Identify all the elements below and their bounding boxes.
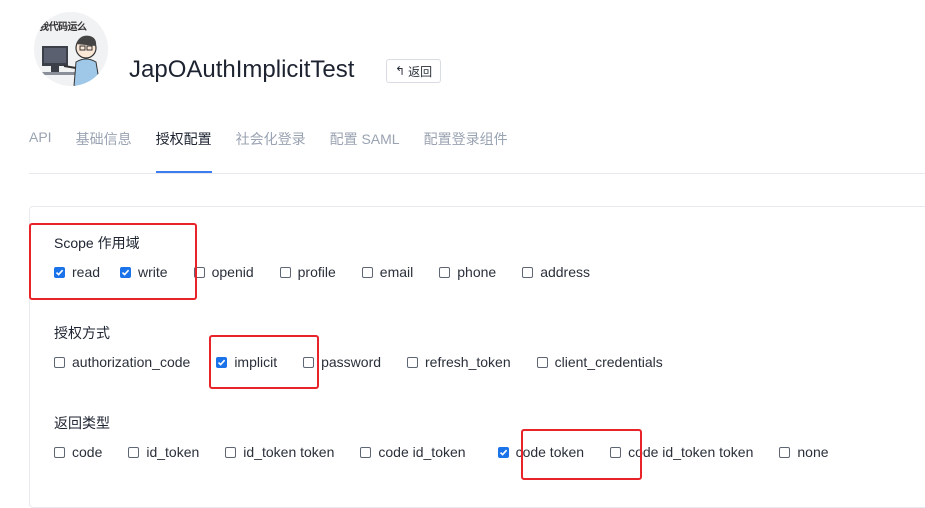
scope-option-openid[interactable]: openid	[193, 264, 254, 280]
checkbox-label: openid	[211, 264, 254, 280]
response-type-options: code id_token id_token token code id_tok…	[54, 443, 829, 461]
code-token-highlight-box	[521, 429, 642, 480]
checkbox[interactable]	[522, 266, 534, 278]
grant-type-label: 授权方式	[54, 325, 110, 341]
checkbox-label: code	[72, 444, 103, 460]
checkbox-label: none	[797, 444, 829, 460]
scope-option-phone[interactable]: phone	[439, 264, 496, 280]
response-option-id-token[interactable]: id_token	[128, 444, 199, 460]
checkbox-label: profile	[297, 264, 336, 280]
checkbox[interactable]	[536, 356, 548, 368]
response-option-id-token-token[interactable]: id_token token	[225, 444, 334, 460]
checkbox-label: client_credentials	[554, 354, 663, 370]
tab-authorization-config[interactable]: 授权配置	[155, 127, 212, 173]
grant-option-refresh-token[interactable]: refresh_token	[407, 354, 511, 370]
return-arrow-icon: ↰	[395, 64, 406, 78]
tab-login-component-config[interactable]: 配置登录组件	[424, 127, 508, 173]
response-type-label: 返回类型	[54, 415, 110, 431]
tab-social-login[interactable]: 社会化登录	[236, 127, 306, 173]
checkbox[interactable]	[54, 446, 65, 458]
checkbox-label: id_token token	[243, 444, 335, 460]
checkbox-label: id_token	[146, 444, 200, 460]
checkbox[interactable]	[497, 446, 509, 458]
grant-option-authorization-code[interactable]: authorization_code	[54, 354, 190, 370]
scope-highlight-box	[29, 223, 197, 300]
checkbox[interactable]	[779, 446, 791, 458]
checkbox-label: authorization_code	[72, 354, 191, 370]
tab-basic-info[interactable]: 基础信息	[76, 127, 132, 173]
checkbox-label: address	[540, 264, 590, 280]
checkbox[interactable]	[128, 446, 140, 458]
checkbox[interactable]	[279, 266, 291, 278]
avatar: 我代码运么	[34, 12, 108, 86]
checkbox[interactable]	[407, 356, 419, 368]
back-button-label: 返回	[408, 64, 433, 79]
response-option-code-id-token[interactable]: code id_token	[360, 444, 466, 460]
grant-option-client-credentials[interactable]: client_credentials	[536, 354, 663, 370]
checkbox-label: email	[379, 264, 414, 280]
tab-api[interactable]: API	[29, 127, 52, 173]
tab-bar: API 基础信息 授权配置 社会化登录 配置 SAML 配置登录组件	[29, 127, 532, 173]
checkbox-label: refresh_token	[425, 354, 511, 370]
checkbox[interactable]	[225, 446, 237, 458]
checkbox-label: password	[321, 354, 382, 370]
checkbox[interactable]	[439, 266, 451, 278]
checkbox[interactable]	[361, 266, 373, 278]
checkbox[interactable]	[54, 356, 65, 368]
checkbox-label: code id_token token	[628, 444, 754, 460]
back-button[interactable]: ↰ 返回	[386, 59, 442, 83]
scope-option-address[interactable]: address	[522, 264, 590, 280]
scope-option-email[interactable]: email	[361, 264, 414, 280]
implicit-highlight-box	[209, 335, 319, 389]
checkbox-label: phone	[457, 264, 497, 280]
grant-type-options: authorization_code implicit password ref…	[54, 353, 663, 371]
tabs-divider	[29, 173, 925, 174]
response-option-code[interactable]: code	[54, 444, 102, 460]
avatar-caption: 我代码运么	[39, 22, 87, 33]
tab-saml-config[interactable]: 配置 SAML	[330, 127, 400, 173]
checkbox-label: code id_token	[378, 444, 466, 460]
scope-option-profile[interactable]: profile	[279, 264, 336, 280]
checkbox[interactable]	[360, 446, 372, 458]
app-title: JapOAuthImplicitTest	[129, 56, 355, 83]
response-option-none[interactable]: none	[779, 444, 829, 460]
